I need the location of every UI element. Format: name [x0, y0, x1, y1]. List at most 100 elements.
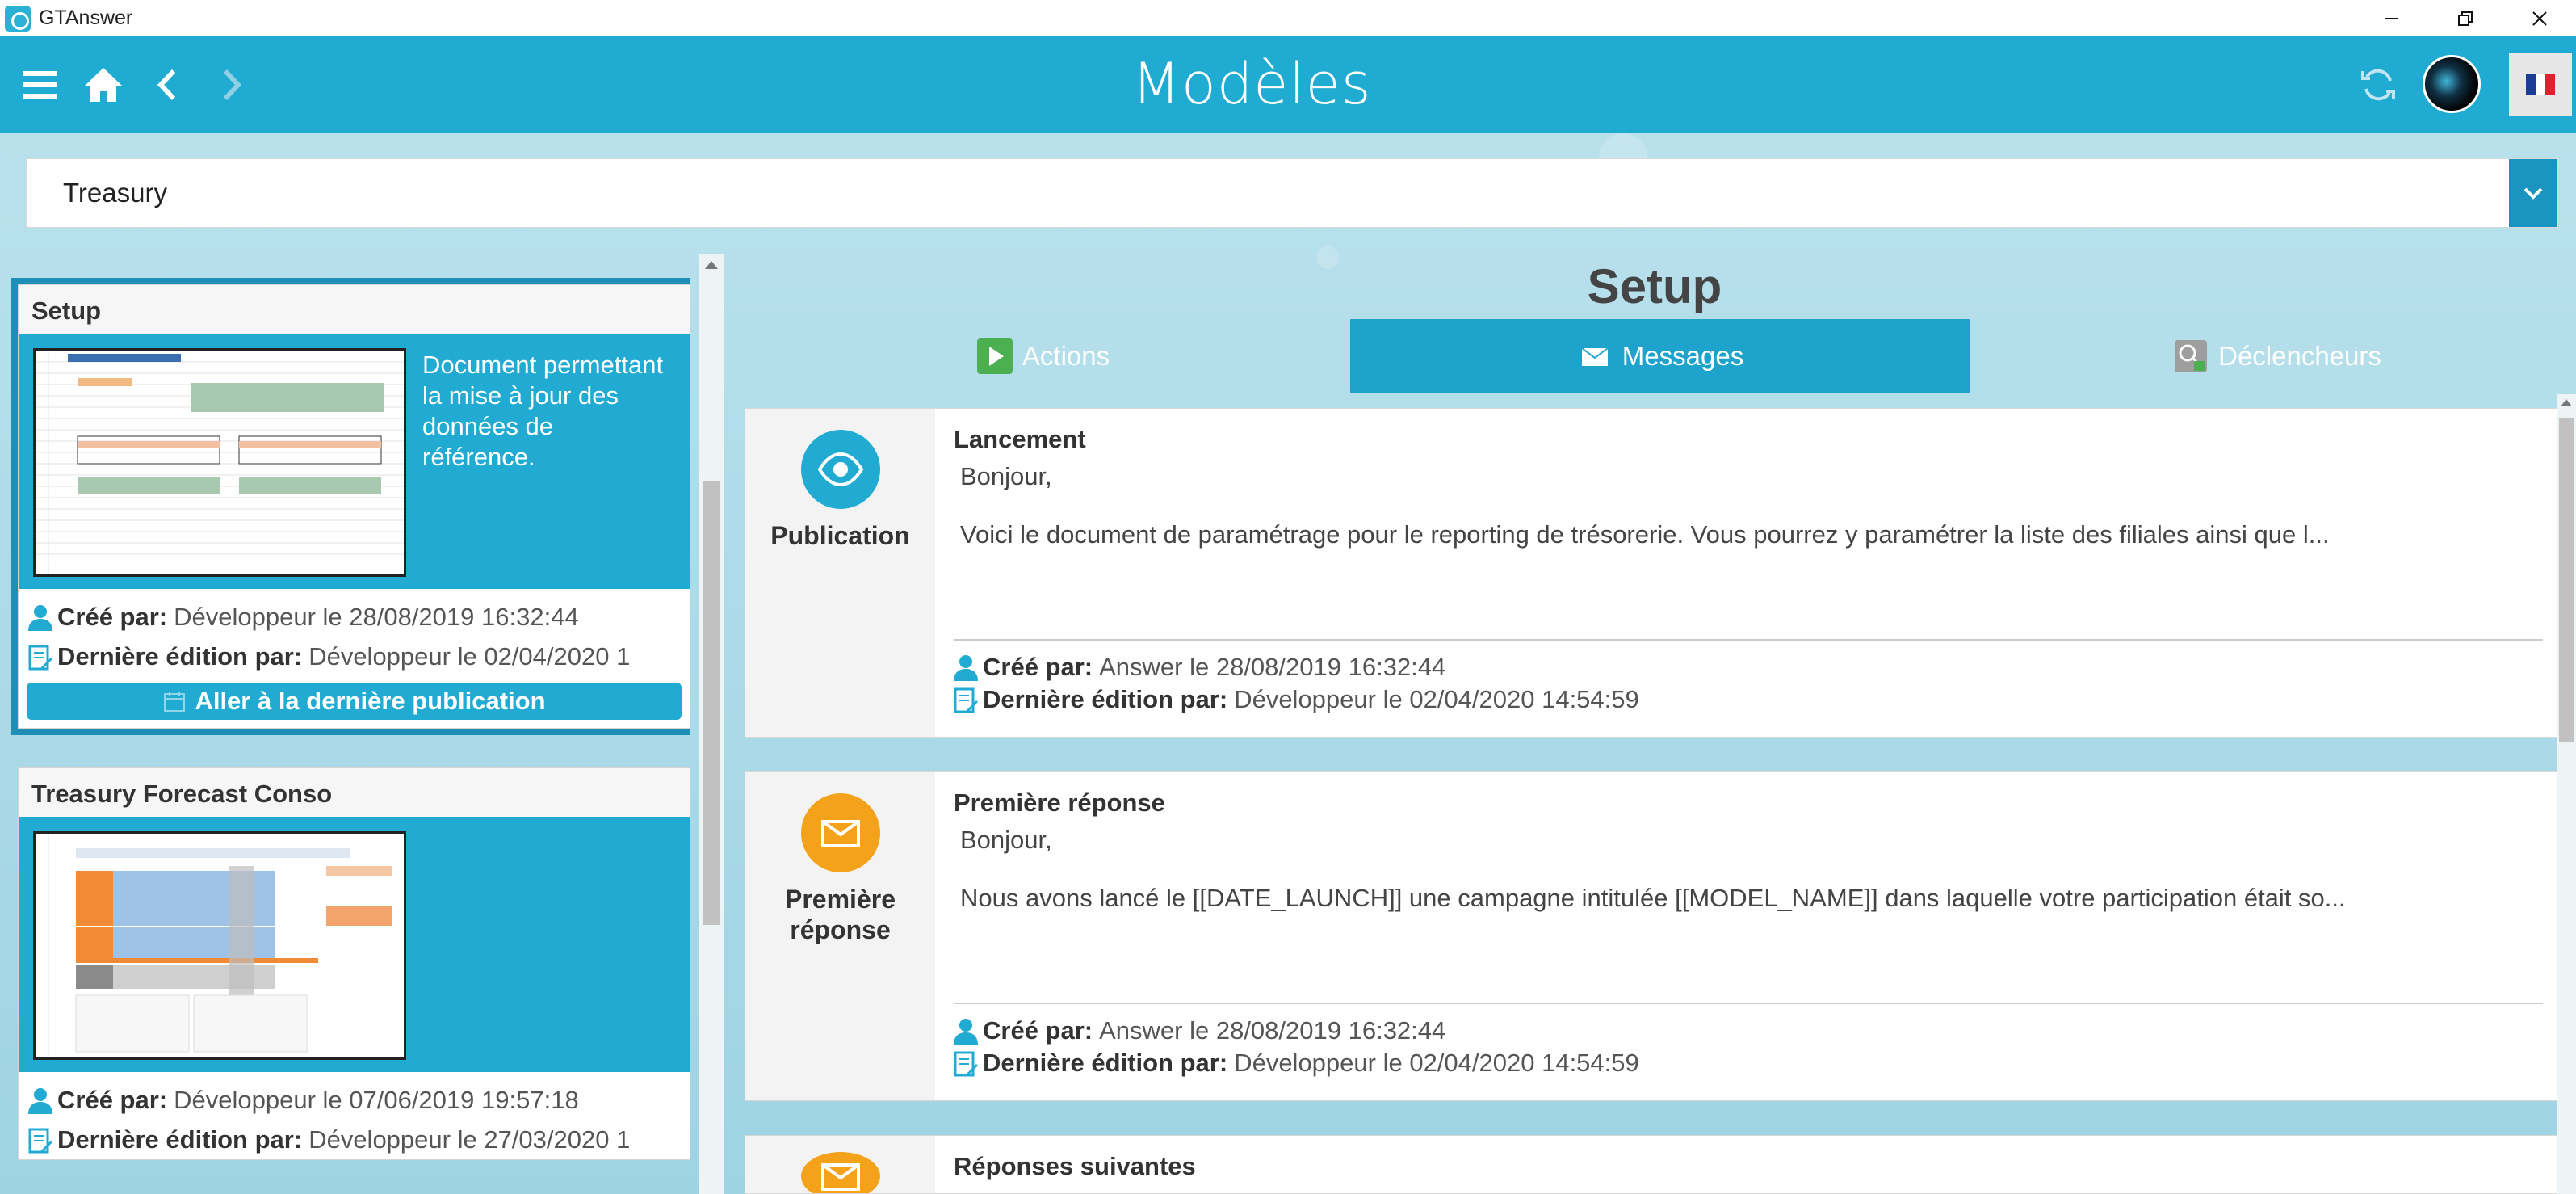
- envelope-reply-icon: [800, 793, 880, 872]
- message-kind: Première réponse: [785, 884, 896, 945]
- message-title: Première réponse: [954, 788, 1165, 817]
- minimize-icon: [2385, 17, 2398, 19]
- detail-tabs: Actions Messages Déclencheurs: [736, 319, 2576, 393]
- envelope-reply-icon: [800, 1152, 880, 1193]
- detail-title: Setup: [1587, 259, 1722, 313]
- message-content: Réponses suivantes: [954, 1136, 2543, 1181]
- refresh-icon: [2361, 69, 2395, 101]
- message-type-panel: [745, 1136, 935, 1193]
- tab-triggers[interactable]: Déclencheurs: [1970, 319, 2576, 393]
- model-card-treasury-forecast-conso[interactable]: Treasury Forecast Conso Créé par: Dévelo…: [18, 767, 690, 1160]
- spreadsheet-thumbnail: [33, 348, 406, 577]
- created-by-value: Answer le 28/08/2019 16:32:44: [1099, 1016, 1446, 1045]
- scrollbar-thumb[interactable]: [703, 481, 720, 925]
- model-group-select[interactable]: Treasury: [26, 158, 2558, 228]
- message-preview: Voici le document de paramétrage pour le…: [960, 520, 2330, 549]
- edit-document-icon: [28, 643, 52, 671]
- tab-messages-label: Messages: [1622, 341, 1744, 371]
- minimize-button[interactable]: [2354, 0, 2428, 36]
- message-greeting: Bonjour,: [960, 462, 1052, 490]
- model-group-value: Treasury: [63, 178, 167, 208]
- last-edited-label: Dernière édition par:: [57, 641, 303, 671]
- detail-scrollbar[interactable]: [2557, 394, 2576, 1194]
- message-title: Réponses suivantes: [954, 1152, 1196, 1180]
- created-by-label: Créé par:: [983, 653, 1093, 681]
- last-edited-label: Dernière édition par:: [983, 685, 1228, 713]
- select-dropdown-button[interactable]: [2509, 159, 2557, 227]
- message-preview: Nous avons lancé le [[DATE_LAUNCH]] une …: [960, 884, 2346, 912]
- french-flag-icon: [2526, 74, 2555, 95]
- model-list: Setup Document permettant la mise à jour…: [8, 275, 690, 1194]
- message-card-following-responses[interactable]: Réponses suivantes: [745, 1135, 2563, 1194]
- message-greeting: Bonjour,: [960, 826, 1052, 854]
- user-icon: [954, 1017, 978, 1045]
- app-title: GTAnswer: [39, 6, 133, 29]
- last-edited-value: Développeur le 02/04/2020 1: [308, 641, 631, 671]
- eye-icon: [800, 430, 880, 509]
- last-edited-label: Dernière édition par:: [57, 1125, 303, 1154]
- tab-triggers-label: Déclencheurs: [2218, 341, 2381, 371]
- calendar-icon: [164, 692, 186, 712]
- created-by-label: Créé par:: [57, 602, 168, 631]
- created-by-value: Développeur le 28/08/2019 16:32:44: [174, 602, 579, 631]
- created-by-value: Answer le 28/08/2019 16:32:44: [1099, 653, 1446, 681]
- message-meta: Créé par: Answer le 28/08/2019 16:32:44 …: [954, 651, 1639, 716]
- scroll-up-arrow-icon[interactable]: [705, 261, 718, 269]
- message-content: Lancement Bonjour, Voici le document de …: [954, 409, 2543, 713]
- scrollbar-thumb[interactable]: [2559, 418, 2574, 742]
- page-title: Modèles: [1131, 51, 1372, 117]
- divider: [954, 1003, 2543, 1004]
- tab-actions[interactable]: Actions: [736, 319, 1350, 393]
- created-by-label: Créé par:: [57, 1085, 168, 1114]
- created-by-label: Créé par:: [983, 1016, 1093, 1045]
- restore-button[interactable]: [2428, 0, 2503, 36]
- model-card-description: Document permettant la mise à jour des d…: [422, 351, 664, 471]
- scroll-up-arrow-icon[interactable]: [2561, 399, 2572, 406]
- go-to-last-publication-label: Aller à la dernière publication: [195, 687, 546, 715]
- envelope-icon: [1581, 347, 1609, 366]
- message-content: Première réponse Bonjour, Nous avons lan…: [954, 772, 2543, 1077]
- user-icon: [28, 1087, 52, 1114]
- model-card-title: Treasury Forecast Conso: [19, 768, 690, 817]
- window-titlebar: GTAnswer: [0, 0, 2576, 36]
- close-icon: [2532, 11, 2547, 26]
- restore-icon: [2458, 11, 2473, 26]
- message-card-first-response[interactable]: Première réponse Première réponse Bonjou…: [745, 771, 2563, 1101]
- spreadsheet-thumbnail: [33, 831, 406, 1060]
- last-edited-value: Développeur le 02/04/2020 14:54:59: [1234, 1049, 1639, 1077]
- model-card-preview: [19, 817, 690, 1072]
- top-navigation-bar: Modèles: [0, 36, 2576, 133]
- message-kind: Publication: [770, 521, 910, 550]
- last-edited-value: Développeur le 02/04/2020 14:54:59: [1234, 685, 1639, 713]
- close-button[interactable]: [2503, 0, 2576, 36]
- model-card-meta: Créé par: Développeur le 28/08/2019 16:3…: [19, 589, 690, 676]
- message-type-panel: Première réponse: [745, 772, 935, 1100]
- edit-document-icon: [28, 1126, 52, 1154]
- message-kind-line: réponse: [790, 915, 891, 944]
- go-to-last-publication-button[interactable]: Aller à la dernière publication: [27, 683, 682, 720]
- edit-document-icon: [954, 686, 978, 713]
- model-detail-panel: Setup Actions Messages Déclencheurs Publ…: [730, 254, 2563, 1194]
- message-type-panel: Publication: [745, 409, 935, 737]
- message-meta: Créé par: Answer le 28/08/2019 16:32:44 …: [954, 1015, 1639, 1079]
- message-card-launch[interactable]: Publication Lancement Bonjour, Voici le …: [745, 408, 2563, 738]
- user-avatar[interactable]: [2423, 55, 2481, 113]
- message-title: Lancement: [954, 425, 1086, 453]
- model-card-title: Setup: [19, 285, 690, 334]
- edit-document-icon: [954, 1049, 978, 1077]
- model-card-preview: Document permettant la mise à jour des d…: [19, 334, 690, 589]
- tab-messages[interactable]: Messages: [1350, 319, 1970, 393]
- model-list-scrollbar[interactable]: [699, 254, 724, 1194]
- refresh-button[interactable]: [2354, 61, 2402, 109]
- user-icon: [28, 603, 52, 631]
- model-card-meta: Créé par: Développeur le 07/06/2019 19:5…: [19, 1072, 690, 1159]
- trigger-icon: [2175, 340, 2208, 372]
- divider: [954, 639, 2543, 641]
- last-edited-label: Dernière édition par:: [983, 1049, 1228, 1077]
- tab-actions-label: Actions: [1022, 341, 1110, 371]
- last-edited-value: Développeur le 27/03/2020 1: [308, 1125, 631, 1154]
- model-card-setup[interactable]: Setup Document permettant la mise à jour…: [11, 278, 690, 735]
- language-selector[interactable]: [2509, 53, 2572, 116]
- play-icon: [976, 338, 1013, 374]
- user-icon: [954, 654, 978, 681]
